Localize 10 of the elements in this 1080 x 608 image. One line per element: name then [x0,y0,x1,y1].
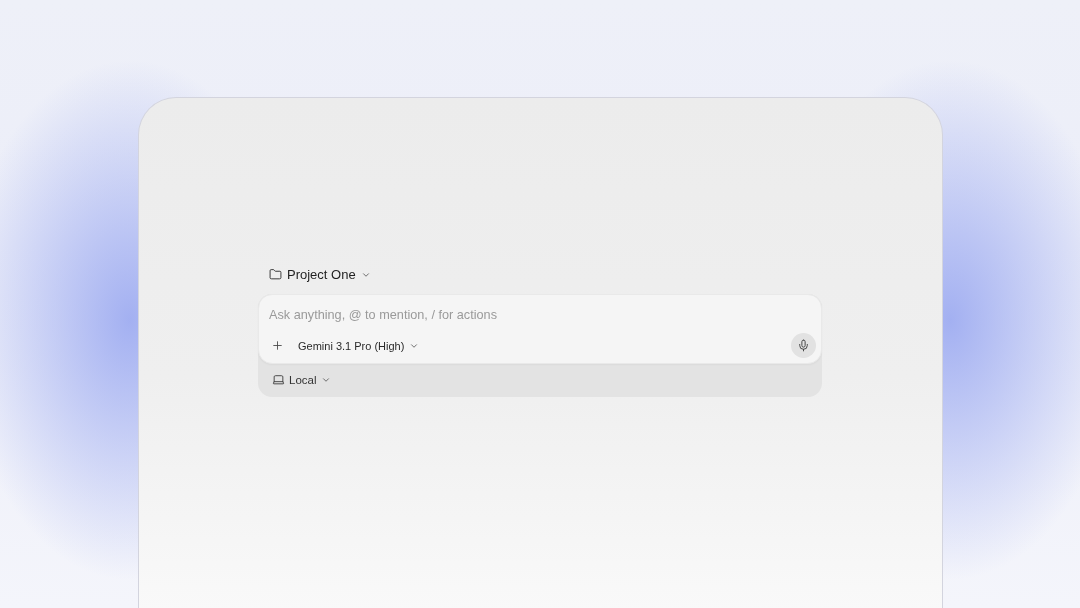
project-selector[interactable]: Project One [265,265,375,284]
environment-selector[interactable]: Local [270,371,333,388]
folder-icon [269,268,282,281]
laptop-icon [272,373,285,386]
microphone-icon [797,339,810,352]
message-field[interactable]: Ask anything, @ to mention, / for actions Gemini 3.1 Pro (High) [258,294,822,364]
microphone-button[interactable] [791,333,816,358]
model-selector[interactable]: Gemini 3.1 Pro (High) [295,337,423,354]
message-input[interactable]: Ask anything, @ to mention, / for actions [269,305,816,325]
plus-icon [270,339,284,352]
